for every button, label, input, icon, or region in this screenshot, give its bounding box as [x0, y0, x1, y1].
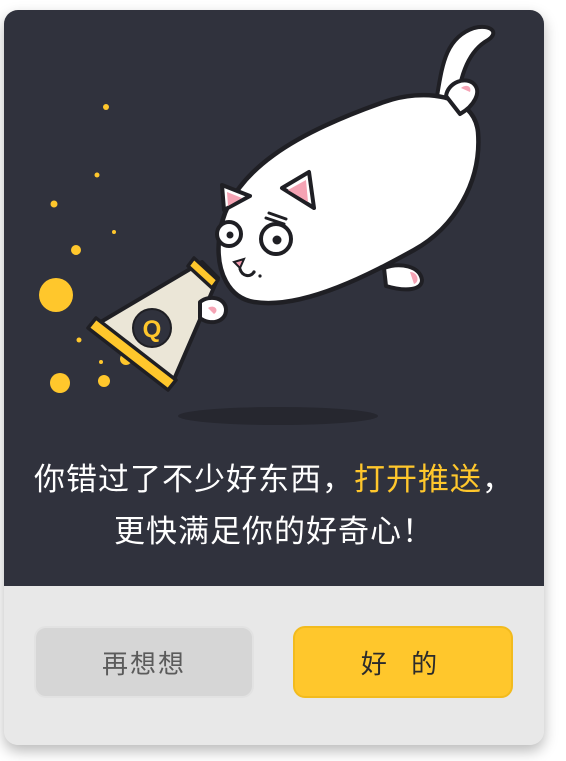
message-highlight: 打开推送 [354, 462, 482, 498]
dialog-header: Q 你错过了不少好东西，打开推送， 更快满足你的好奇心！ [4, 10, 544, 586]
maybe-later-button[interactable]: 再想想 [34, 626, 254, 698]
cat-shadow [178, 407, 378, 425]
message-line-1: 你错过了不少好东西，打开推送， [4, 454, 544, 506]
message-line-2: 更快满足你的好奇心！ [114, 514, 434, 550]
cat-body [216, 92, 481, 306]
message-line-1-prefix: 你错过了不少好东西， [34, 462, 354, 498]
ok-button[interactable]: 好 的 [293, 626, 513, 698]
dialog-actions: 再想想 好 的 [4, 586, 544, 745]
push-prompt-message: 你错过了不少好东西，打开推送， 更快满足你的好奇心！ [4, 454, 544, 558]
cat-illustration: Q [39, 25, 496, 425]
message-line-1-suffix: ， [482, 462, 514, 498]
megaphone-icon: Q [86, 256, 220, 392]
megaphone-logo-letter: Q [143, 316, 162, 343]
push-permission-dialog: Q 你错过了不少好东西，打开推送， 更快满足你的好奇心！ 再想想 好 的 [4, 10, 544, 745]
